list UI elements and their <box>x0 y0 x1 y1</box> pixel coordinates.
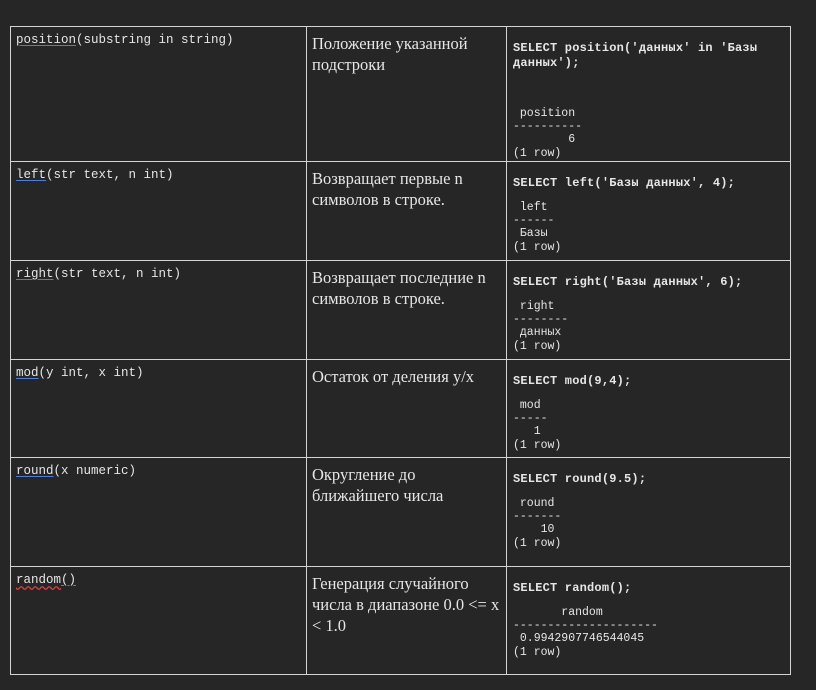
function-description: Генерация случайного числа в диапазоне 0… <box>312 574 500 635</box>
example-cell: SELECT position('данных' in 'Базы данных… <box>506 26 791 162</box>
example-query: SELECT round(9.5); <box>513 472 647 486</box>
signature-cell: mod(y int, x int) <box>10 359 307 458</box>
example-result: random --------------------- 0.994290774… <box>513 606 658 659</box>
table-row: round(x numeric) Округление до ближайшег… <box>10 457 791 567</box>
example-cell: SELECT mod(9,4); mod ----- 1 (1 row) <box>506 359 791 458</box>
example-result: round ------- 10 (1 row) <box>513 497 562 550</box>
description-cell: Округление до ближайшего числа <box>306 457 507 567</box>
function-args: (y int, x int) <box>38 366 144 380</box>
function-description: Возвращает первые n символов в строке. <box>312 169 463 209</box>
function-signature: position(substring in string) <box>11 27 306 47</box>
function-signature: right(str text, n int) <box>11 261 306 281</box>
example-cell: SELECT round(9.5); round ------- 10 (1 r… <box>506 457 791 567</box>
example-query: SELECT left('Базы данных', 4); <box>513 176 736 190</box>
function-description: Остаток от деления y/x <box>312 367 475 386</box>
function-signature: left(str text, n int) <box>11 162 306 182</box>
function-signature: mod(y int, x int) <box>11 360 306 380</box>
function-args: (substring in string) <box>76 33 234 47</box>
signature-cell: right(str text, n int) <box>10 260 307 360</box>
signature-cell: random() <box>10 566 307 675</box>
function-name: right <box>16 267 54 281</box>
function-args: (x numeric) <box>53 464 137 478</box>
table-row: random() Генерация случайного числа в ди… <box>10 566 791 675</box>
description-cell: Остаток от деления y/x <box>306 359 507 458</box>
function-name: random <box>16 573 62 587</box>
function-description: Округление до ближайшего числа <box>312 465 444 505</box>
function-signature: random() <box>11 567 306 587</box>
function-args: (str text, n int) <box>46 168 174 182</box>
example-query: SELECT position('данных' in 'Базы данных… <box>513 41 765 70</box>
functions-table: position(substring in string) Положение … <box>10 26 791 675</box>
description-cell: Возвращает последние n символов в строке… <box>306 260 507 360</box>
function-description: Положение указанной подстроки <box>312 34 468 74</box>
example-cell: SELECT left('Базы данных', 4); left ----… <box>506 161 791 261</box>
function-name: position <box>16 33 77 47</box>
example-query: SELECT mod(9,4); <box>513 374 632 388</box>
function-name: left <box>16 168 47 182</box>
example-result: right -------- данных (1 row) <box>513 300 569 353</box>
function-signature: round(x numeric) <box>11 458 306 478</box>
example-result: mod ----- 1 (1 row) <box>513 399 562 452</box>
example-cell: SELECT right('Базы данных', 6); right --… <box>506 260 791 360</box>
description-cell: Возвращает первые n символов в строке. <box>306 161 507 261</box>
description-cell: Генерация случайного числа в диапазоне 0… <box>306 566 507 675</box>
function-args: (str text, n int) <box>53 267 182 281</box>
example-result: position ---------- 6 (1 row) <box>513 107 583 160</box>
example-query: SELECT right('Базы данных', 6); <box>513 275 743 289</box>
function-args: () <box>61 573 77 587</box>
table-row: mod(y int, x int) Остаток от деления y/x… <box>10 359 791 458</box>
table-row: left(str text, n int) Возвращает первые … <box>10 161 791 261</box>
table-row: right(str text, n int) Возвращает послед… <box>10 260 791 360</box>
function-description: Возвращает последние n символов в строке… <box>312 268 486 308</box>
function-name: round <box>16 464 54 478</box>
example-result: left ------ Базы (1 row) <box>513 201 562 254</box>
table-row: position(substring in string) Положение … <box>10 26 791 162</box>
description-cell: Положение указанной подстроки <box>306 26 507 162</box>
example-query: SELECT random(); <box>513 581 632 595</box>
example-cell: SELECT random(); random ----------------… <box>506 566 791 675</box>
signature-cell: left(str text, n int) <box>10 161 307 261</box>
signature-cell: round(x numeric) <box>10 457 307 567</box>
signature-cell: position(substring in string) <box>10 26 307 162</box>
function-name: mod <box>16 366 39 380</box>
